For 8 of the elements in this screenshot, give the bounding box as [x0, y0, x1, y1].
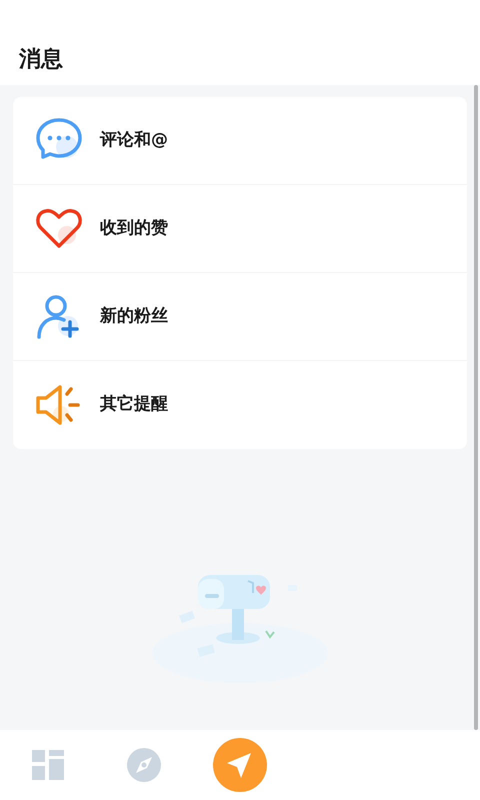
- menu-item[interactable]: 新的粉丝: [13, 273, 467, 361]
- send-icon[interactable]: [213, 738, 267, 792]
- dashboard-icon[interactable]: [32, 750, 64, 780]
- menu-item[interactable]: 其它提醒: [13, 361, 467, 449]
- page-title: 消息: [19, 49, 63, 71]
- menu-item[interactable]: 收到的赞: [13, 185, 467, 273]
- compass-icon[interactable]: [126, 747, 162, 783]
- menu-item[interactable]: 评论和@: [13, 97, 467, 185]
